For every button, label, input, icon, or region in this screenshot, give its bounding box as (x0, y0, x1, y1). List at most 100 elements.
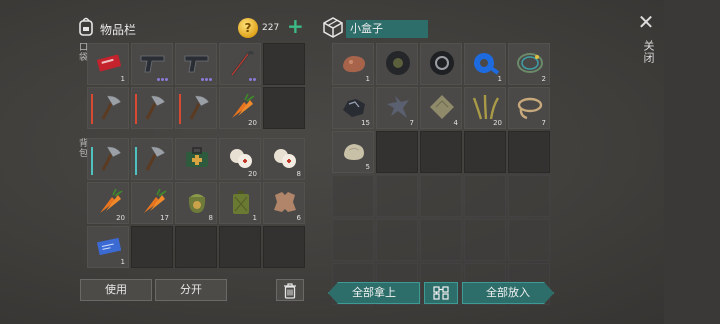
rope-icon (515, 92, 545, 122)
box-slot-blue-tape[interactable]: 1 (464, 43, 506, 85)
backpack-slot-jerrycan[interactable]: 1 (219, 182, 261, 224)
blue-tape-icon (471, 48, 501, 78)
cloth-icon (427, 92, 457, 122)
trash-button[interactable] (276, 279, 304, 301)
blueprint-icon (94, 231, 124, 261)
pocket-empty-slot[interactable] (263, 87, 305, 129)
box-slot-scrap-metal[interactable]: 7 (376, 87, 418, 129)
item-quantity: 17 (160, 214, 169, 222)
backpack-slot-carrot[interactable]: 17 (131, 182, 173, 224)
box-empty-slot[interactable] (332, 219, 374, 261)
box-empty-slot[interactable] (420, 175, 462, 217)
scrap-metal-icon (383, 92, 413, 122)
pocket-slot-pistol[interactable] (131, 43, 173, 85)
backpack-slot-blueprint[interactable]: 1 (87, 226, 129, 268)
bandage-icon (270, 143, 300, 173)
inventory-title: 物品栏 (100, 23, 137, 37)
backpack-slot-bandage[interactable]: 8 (263, 138, 305, 180)
red-ticket-icon (94, 48, 124, 78)
close-label[interactable]: 关闭 (640, 40, 656, 64)
item-quantity: 20 (248, 170, 257, 178)
carrot-icon (138, 187, 168, 217)
sort-button[interactable] (424, 282, 458, 304)
pocket-empty-slot[interactable] (263, 43, 305, 85)
crowbar-icon (226, 48, 256, 78)
backpack-slot-seed-bag[interactable]: 8 (175, 182, 217, 224)
box-empty-slot[interactable] (420, 131, 462, 173)
use-button[interactable]: 使用 (80, 279, 152, 301)
box-grid: 1 1 2 15 7 4 20 7 5 (332, 43, 550, 305)
box-empty-slot[interactable] (420, 219, 462, 261)
put-all-button[interactable]: 全部放入 (462, 282, 554, 304)
plant-fiber-icon (471, 92, 501, 122)
box-empty-slot[interactable] (464, 219, 506, 261)
copper-ore-icon (339, 48, 369, 78)
backpack-empty-slot[interactable] (175, 226, 217, 268)
item-quantity: 20 (493, 119, 502, 127)
box-empty-slot[interactable] (508, 131, 550, 173)
backpack-empty-slot[interactable] (263, 226, 305, 268)
backpack-empty-slot[interactable] (131, 226, 173, 268)
box-slot-rope[interactable]: 7 (508, 87, 550, 129)
box-slot-wire-coil[interactable]: 2 (508, 43, 550, 85)
item-quantity: 1 (120, 75, 125, 83)
hatchet-icon (94, 143, 124, 173)
leather-icon (270, 187, 300, 217)
coin-count: 227 (262, 23, 280, 33)
close-icon[interactable]: ✕ (636, 12, 656, 32)
add-coins-button[interactable]: + (287, 16, 304, 36)
item-quantity: 15 (361, 119, 370, 127)
box-slot-plant-fiber[interactable]: 20 (464, 87, 506, 129)
backpack-slot-leather[interactable]: 6 (263, 182, 305, 224)
backpack-icon (78, 16, 94, 36)
tire-wheel-icon (427, 48, 457, 78)
item-quantity: 6 (296, 214, 301, 222)
box-slot-copper-ore[interactable]: 1 (332, 43, 374, 85)
hatchet-icon (138, 143, 168, 173)
pocket-slot-red-ticket[interactable]: 1 (87, 43, 129, 85)
box-empty-slot[interactable] (508, 175, 550, 217)
box-slot-tire[interactable] (376, 43, 418, 85)
pocket-slot-pistol[interactable] (175, 43, 217, 85)
pocket-slot-crowbar[interactable] (219, 43, 261, 85)
box-empty-slot[interactable] (464, 131, 506, 173)
backpack-slot-hatchet[interactable] (131, 138, 173, 180)
pocket-slot-hatchet[interactable] (87, 87, 129, 129)
backpack-slot-hatchet[interactable] (87, 138, 129, 180)
attachment-dots (249, 78, 256, 81)
right-strip (664, 0, 720, 324)
medkit-icon (182, 143, 212, 173)
box-empty-slot[interactable] (376, 131, 418, 173)
box-empty-slot[interactable] (376, 175, 418, 217)
backpack-slot-bandage[interactable]: 20 (219, 138, 261, 180)
pocket-slot-carrot[interactable]: 20 (219, 87, 261, 129)
box-slot-stone[interactable]: 5 (332, 131, 374, 173)
take-all-button[interactable]: 全部拿上 (328, 282, 420, 304)
box-empty-slot[interactable] (464, 175, 506, 217)
box-slot-tire-wheel[interactable] (420, 43, 462, 85)
durability-bar (91, 147, 93, 175)
backpack-slot-medkit[interactable] (175, 138, 217, 180)
item-quantity: 7 (541, 119, 546, 127)
tire-icon (383, 48, 413, 78)
hatchet-icon (182, 92, 212, 122)
item-quantity: 1 (120, 258, 125, 266)
item-quantity: 8 (296, 170, 301, 178)
attachment-dots (157, 78, 168, 81)
pocket-slot-hatchet[interactable] (131, 87, 173, 129)
box-slot-iron-ore[interactable]: 15 (332, 87, 374, 129)
pocket-slot-hatchet[interactable] (175, 87, 217, 129)
backpack-slot-carrot[interactable]: 20 (87, 182, 129, 224)
carrot-icon (226, 92, 256, 122)
split-button[interactable]: 分开 (155, 279, 227, 301)
box-empty-slot[interactable] (376, 219, 418, 261)
bandage-icon (226, 143, 256, 173)
carrot-icon (94, 187, 124, 217)
box-empty-slot[interactable] (508, 219, 550, 261)
box-empty-slot[interactable] (332, 175, 374, 217)
item-quantity: 1 (497, 75, 502, 83)
attachment-dots (201, 78, 212, 81)
pistol-icon (182, 48, 212, 78)
box-slot-cloth[interactable]: 4 (420, 87, 462, 129)
backpack-empty-slot[interactable] (219, 226, 261, 268)
